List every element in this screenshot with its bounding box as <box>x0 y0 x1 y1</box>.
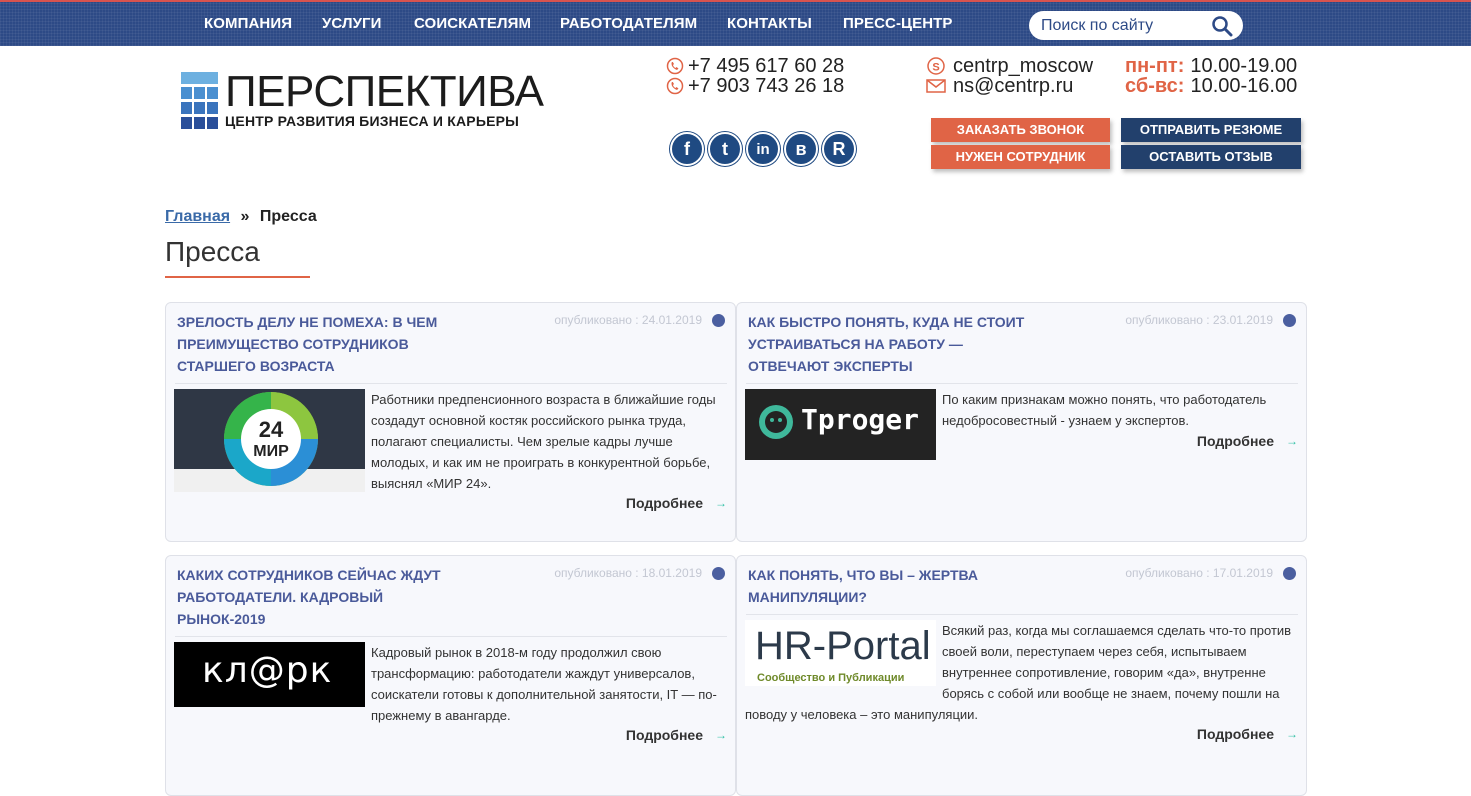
card-title[interactable]: ЗРЕЛОСТЬ ДЕЛУ НЕ ПОМЕХА: В ЧЕМ ПРЕИМУЩЕС… <box>177 311 467 377</box>
phone-icon <box>666 57 684 75</box>
card-divider <box>746 383 1298 384</box>
card-dot-icon <box>712 314 725 327</box>
breadcrumb: Главная » Пресса <box>165 208 317 226</box>
nav-item-press-center[interactable]: ПРЕСС-ЦЕНТР <box>843 15 953 32</box>
svg-text:24: 24 <box>259 417 284 442</box>
klerk-logo-image[interactable]: кл@рк <box>174 642 365 707</box>
r-social-icon[interactable]: R <box>822 132 856 166</box>
phone-2[interactable]: +7 903 743 26 18 <box>666 74 845 97</box>
arrow-right-icon: → <box>1286 434 1298 448</box>
card-title[interactable]: КАКИХ СОТРУДНИКОВ СЕЙЧАС ЖДУТ РАБОТОДАТЕ… <box>177 564 467 630</box>
card-excerpt: Всякий раз, когда мы соглашаемся сделать… <box>745 620 1300 725</box>
order-call-button[interactable]: ЗАКАЗАТЬ ЗВОНОК <box>931 118 1110 142</box>
read-more-link[interactable]: Подробнее → <box>1197 433 1298 449</box>
nav-item-employers[interactable]: РАБОТОДАТЕЛЯМ <box>560 15 697 32</box>
arrow-right-icon: → <box>715 496 727 510</box>
search-box <box>1029 11 1243 40</box>
phone-list: +7 495 617 60 28 +7 903 743 26 18 <box>666 55 845 97</box>
press-card: ЗРЕЛОСТЬ ДЕЛУ НЕ ПОМЕХА: В ЧЕМ ПРЕИМУЩЕС… <box>165 302 736 542</box>
phone-1[interactable]: +7 495 617 60 28 <box>666 55 844 77</box>
nav-item-services[interactable]: УСЛУГИ <box>322 15 382 32</box>
arrow-right-icon: → <box>715 728 727 742</box>
hours-weekend: сб-вс: 10.00-16.00 <box>1125 74 1298 97</box>
hours-weekdays: пн-пт: 10.00-19.00 <box>1125 54 1298 77</box>
working-hours: пн-пт: 10.00-19.00 сб-вс: 10.00-16.00 <box>1125 54 1298 97</box>
email-contact[interactable]: ns@centrp.ru <box>926 74 1093 97</box>
press-card: КАКИХ СОТРУДНИКОВ СЕЙЧАС ЖДУТ РАБОТОДАТЕ… <box>165 555 736 796</box>
card-title[interactable]: КАК ПОНЯТЬ, ЧТО ВЫ – ЖЕРТВА МАНИПУЛЯЦИИ? <box>748 564 1038 608</box>
nav-item-applicants[interactable]: СОИСКАТЕЛЯМ <box>414 15 531 32</box>
logo-subtitle: ЦЕНТР РАЗВИТИЯ БИЗНЕСА И КАРЬЕРЫ <box>225 113 520 129</box>
phone-2-text: +7 903 743 26 18 <box>688 74 845 97</box>
klerk-logo-text: кл@рк <box>202 650 333 691</box>
card-date: опубликовано : 23.01.2019 <box>1125 313 1273 327</box>
card-divider <box>175 383 727 384</box>
facebook-icon[interactable]: f <box>670 132 704 166</box>
press-card: КАК ПОНЯТЬ, ЧТО ВЫ – ЖЕРТВА МАНИПУЛЯЦИИ?… <box>736 555 1307 796</box>
card-date: опубликовано : 24.01.2019 <box>554 313 702 327</box>
contact-list: S centrp_moscow ns@centrp.ru <box>926 55 1093 97</box>
search-icon[interactable] <box>1211 15 1233 37</box>
tproger-logo-image[interactable]: Tproger <box>745 389 936 460</box>
card-dot-icon <box>1283 567 1296 580</box>
vkontakte-icon[interactable]: в <box>784 132 818 166</box>
nav-item-contacts[interactable]: КОНТАКТЫ <box>727 15 812 32</box>
twitter-icon[interactable]: t <box>708 132 742 166</box>
card-date: опубликовано : 17.01.2019 <box>1125 566 1273 580</box>
nav-item-company[interactable]: КОМПАНИЯ <box>204 15 292 32</box>
social-links: f t in в R <box>670 132 856 166</box>
leave-review-button[interactable]: ОСТАВИТЬ ОТЗЫВ <box>1121 145 1301 169</box>
tproger-logo-text: Tproger <box>801 403 920 436</box>
card-excerpt: Работники предпенсионного возраста в бли… <box>371 392 716 491</box>
logo-mark-icon <box>181 72 218 129</box>
mail-icon <box>926 79 946 93</box>
card-excerpt: Кадровый рынок в 2018-м году продолжил с… <box>371 645 717 723</box>
read-more-link[interactable]: Подробнее → <box>626 495 727 511</box>
float-spacer <box>745 620 942 686</box>
search-input[interactable] <box>1041 15 1206 36</box>
skype-contact[interactable]: S centrp_moscow <box>926 55 1093 77</box>
email-text: ns@centrp.ru <box>953 74 1074 97</box>
site-logo[interactable]: ПЕРСПЕКТИВА ЦЕНТР РАЗВИТИЯ БИЗНЕСА И КАР… <box>181 67 556 132</box>
title-underline <box>165 276 310 278</box>
top-nav: КОМПАНИЯ УСЛУГИ СОИСКАТЕЛЯМ РАБОТОДАТЕЛЯ… <box>0 0 1471 46</box>
card-title[interactable]: КАК БЫСТРО ПОНЯТЬ, КУДА НЕ СТОИТ УСТРАИВ… <box>748 311 1038 377</box>
svg-text:МИР: МИР <box>253 443 289 460</box>
logo-title: ПЕРСПЕКТИВА <box>225 67 544 116</box>
card-excerpt: По каким признакам можно понять, что раб… <box>942 392 1267 428</box>
linkedin-icon[interactable]: in <box>746 132 780 166</box>
page-title: Пресса <box>165 236 260 267</box>
breadcrumb-current: Пресса <box>259 208 317 225</box>
card-divider <box>746 614 1298 615</box>
arrow-right-icon: → <box>1286 727 1298 741</box>
card-dot-icon <box>1283 314 1296 327</box>
need-employee-button[interactable]: НУЖЕН СОТРУДНИК <box>931 145 1110 169</box>
card-dot-icon <box>712 567 725 580</box>
breadcrumb-separator: » <box>240 208 250 225</box>
phone-icon <box>666 77 684 95</box>
send-resume-button[interactable]: ОТПРАВИТЬ РЕЗЮМЕ <box>1121 118 1301 142</box>
breadcrumb-home[interactable]: Главная <box>165 208 230 225</box>
card-date: опубликовано : 18.01.2019 <box>554 566 702 580</box>
mir24-logo-image[interactable]: 24 МИР <box>174 389 365 492</box>
press-card: КАК БЫСТРО ПОНЯТЬ, КУДА НЕ СТОИТ УСТРАИВ… <box>736 302 1307 542</box>
card-divider <box>175 636 727 637</box>
read-more-link[interactable]: Подробнее → <box>626 727 727 743</box>
svg-text:S: S <box>932 62 939 74</box>
read-more-link[interactable]: Подробнее → <box>1197 726 1298 742</box>
skype-icon: S <box>927 57 945 75</box>
